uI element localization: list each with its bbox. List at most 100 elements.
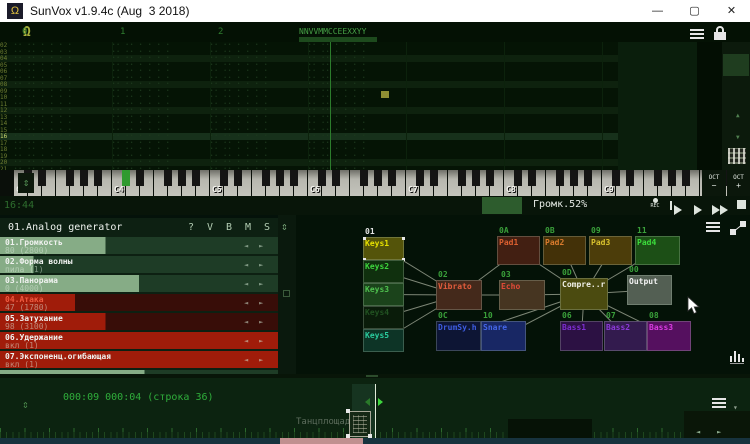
pattern-scrollbar[interactable]: ▲ ▼ xyxy=(722,42,750,172)
piano-key-black[interactable] xyxy=(234,170,242,186)
piano-key-black[interactable] xyxy=(570,170,578,186)
piano-key-black[interactable] xyxy=(458,170,466,186)
piano-key-black[interactable] xyxy=(290,170,298,186)
piano-key-black[interactable] xyxy=(654,170,662,186)
close-button[interactable]: ✕ xyxy=(713,0,750,22)
panel-button-b[interactable]: B xyxy=(226,222,232,233)
timeline-scroll-left[interactable]: ◄ xyxy=(696,428,700,436)
controller-row[interactable]: 07.Экспоненц.огибающая вкл (1) ◄ ► xyxy=(0,351,278,369)
maximize-button[interactable]: ▢ xyxy=(676,0,713,22)
module-pad2[interactable]: Pad2 xyxy=(543,236,586,265)
piano-key-black[interactable] xyxy=(276,170,284,186)
timeline-handle-icon[interactable]: ⇕ xyxy=(22,398,36,414)
controller-dec-arrow[interactable]: ◄ xyxy=(244,280,248,288)
divider-dot[interactable] xyxy=(283,290,290,297)
timeline-grip[interactable] xyxy=(366,375,378,377)
controller-row[interactable]: 06.Удержание вкл (1) ◄ ► xyxy=(0,332,278,350)
piano-key-black[interactable] xyxy=(318,170,326,186)
stop-button[interactable] xyxy=(737,200,746,209)
piano-key-black[interactable] xyxy=(486,170,494,186)
piano-key-active[interactable] xyxy=(122,170,130,186)
piano-key-black[interactable] xyxy=(136,170,144,186)
piano-key-black[interactable] xyxy=(430,170,438,186)
module-bass3[interactable]: Bass3 xyxy=(647,321,691,351)
piano-key-black[interactable] xyxy=(192,170,200,186)
module-drumsyh[interactable]: DrumSy.h xyxy=(436,321,481,351)
module-output[interactable]: Output xyxy=(627,275,672,305)
piano-key-black[interactable] xyxy=(220,170,228,186)
module-pad1[interactable]: Pad1 xyxy=(497,236,540,265)
module-echo[interactable]: Echo xyxy=(499,280,545,310)
module-keys2[interactable]: Keys2 xyxy=(363,260,404,283)
selection-handle[interactable] xyxy=(346,409,350,413)
module-bass1[interactable]: Bass1 xyxy=(560,321,603,351)
piano-key-black[interactable] xyxy=(360,170,368,186)
controller-dec-arrow[interactable]: ◄ xyxy=(244,318,248,326)
piano-key-black[interactable] xyxy=(388,170,396,186)
scrollbar-thumb[interactable] xyxy=(723,54,749,76)
levels-icon[interactable] xyxy=(729,348,747,365)
timeline-scrollbar[interactable] xyxy=(0,438,750,444)
panel-button-m[interactable]: M xyxy=(245,222,251,233)
piano-key-black[interactable] xyxy=(514,170,522,186)
module-keys4[interactable]: Keys4 xyxy=(363,306,404,329)
routing-icon[interactable] xyxy=(730,220,746,235)
piano-key-black[interactable] xyxy=(374,170,382,186)
controller-dec-arrow[interactable]: ◄ xyxy=(244,337,248,345)
controller-dec-arrow[interactable]: ◄ xyxy=(244,261,248,269)
pattern-grid[interactable]: 02 ∙∙ ∙∙ ∙ ∙ ∙ ∙ ∙∙ ∙∙ ∙ ∙ ∙ ∙ ∙∙ ∙∙ ∙ ∙ ∙ … xyxy=(0,42,722,172)
timeline-menu-icon[interactable] xyxy=(712,398,726,410)
module-vibrato[interactable]: Vibrato xyxy=(436,280,482,310)
module-keys1[interactable]: Keys1 xyxy=(363,237,405,261)
piano-key-black[interactable] xyxy=(262,170,270,186)
piano-key-black[interactable] xyxy=(472,170,480,186)
controller-inc-arrow[interactable]: ► xyxy=(259,299,263,307)
timeline-caret-icon[interactable]: ▾ xyxy=(733,403,738,412)
module-keys3[interactable]: Keys3 xyxy=(363,283,404,306)
piano-key-black[interactable] xyxy=(668,170,676,186)
panel-divider[interactable]: ⇕ xyxy=(278,215,296,374)
timeline-scroll-right[interactable]: ► xyxy=(717,428,721,436)
timeline[interactable]: 000:09 000:04 (строка 36) ⇕ Танцплощадка… xyxy=(0,374,750,444)
module-pad3[interactable]: Pad3 xyxy=(589,236,632,265)
controller-row[interactable]: 01.Громкость 80 (2800) ◄ ► xyxy=(0,237,278,255)
timeline-resize-strip[interactable] xyxy=(0,374,750,378)
piano-keyboard[interactable]: ⇕ OCT− OCT+ C3C4C5C6C7C8C9 xyxy=(0,170,750,196)
module-bass2[interactable]: Bass2 xyxy=(604,321,647,351)
mini-keyboard-icon[interactable] xyxy=(728,148,746,164)
minimize-button[interactable]: — xyxy=(639,0,676,22)
volume-label[interactable]: Громк.52% xyxy=(533,199,587,210)
playhead-marker-left[interactable] xyxy=(365,398,370,406)
piano-key-black[interactable] xyxy=(38,170,46,186)
piano-key-black[interactable] xyxy=(556,170,564,186)
module-snare[interactable]: Snare xyxy=(481,321,526,351)
scroll-down-icon[interactable]: ▼ xyxy=(736,134,740,141)
controller-inc-arrow[interactable]: ► xyxy=(259,318,263,326)
playhead-marker-right[interactable] xyxy=(378,398,383,406)
controller-inc-arrow[interactable]: ► xyxy=(259,261,263,269)
piano-key-black[interactable] xyxy=(80,170,88,186)
controller-inc-arrow[interactable]: ► xyxy=(259,280,263,288)
pattern-menu-icon[interactable] xyxy=(690,29,704,41)
controller-dec-arrow[interactable]: ◄ xyxy=(244,242,248,250)
piano-key-black[interactable] xyxy=(164,170,172,186)
rec-button[interactable]: REC xyxy=(646,198,664,213)
timeline-scrollbar-thumb[interactable] xyxy=(280,438,363,444)
panel-button-v[interactable]: V xyxy=(207,222,213,233)
controller-row[interactable]: 04.Атака 47 (1780) ◄ ► xyxy=(0,294,278,312)
piano-key-black[interactable] xyxy=(332,170,340,186)
module-comprer[interactable]: Compre..r xyxy=(560,278,608,310)
piano-key-black[interactable] xyxy=(178,170,186,186)
controller-row[interactable]: 05.Затухание 98 (3100) ◄ ► xyxy=(0,313,278,331)
controller-inc-arrow[interactable]: ► xyxy=(259,356,263,364)
octave-up-button[interactable]: OCT + xyxy=(727,170,750,196)
edit-cursor[interactable] xyxy=(381,91,389,98)
controller-dec-arrow[interactable]: ◄ xyxy=(244,299,248,307)
lock-icon[interactable] xyxy=(713,26,729,41)
piano-key-black[interactable] xyxy=(416,170,424,186)
controller-row[interactable]: 03.Панорама 0 (4000) ◄ ► xyxy=(0,275,278,293)
controller-row[interactable]: 02.Форма волны пила (1) ◄ ► xyxy=(0,256,278,274)
panel-button-s[interactable]: S xyxy=(264,222,270,233)
modules-panel[interactable]: 01 Keys1 Keys2 Keys3 Keys4 Keys5 02 Vibrato 03 Ec… xyxy=(296,215,750,374)
controller-dec-arrow[interactable]: ◄ xyxy=(244,356,248,364)
